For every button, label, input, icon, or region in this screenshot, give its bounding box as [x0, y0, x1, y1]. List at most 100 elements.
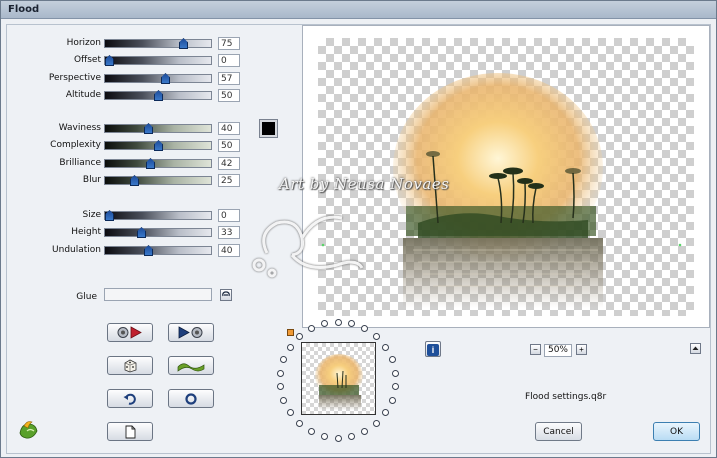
slider-value-undulation: 40	[221, 246, 233, 256]
slider-thumb-perspective[interactable]	[161, 73, 170, 84]
slider-value-field-altitude[interactable]: 50	[218, 89, 240, 102]
navigator-dot	[335, 319, 342, 326]
navigator-dot	[348, 320, 355, 327]
slider-track-perspective[interactable]	[104, 73, 212, 84]
navigator-dot	[382, 344, 389, 351]
slider-track-undulation[interactable]	[104, 245, 212, 256]
app-logo	[18, 419, 40, 441]
title-bar: Flood	[1, 1, 716, 19]
slider-row-size: Size 0	[7, 209, 247, 223]
slider-thumb-waviness[interactable]	[144, 123, 153, 134]
glue-label: Glue	[76, 292, 97, 302]
zoom-level: 50%	[547, 345, 568, 355]
navigator-dot	[392, 370, 399, 377]
reset-button[interactable]	[168, 389, 214, 408]
slider-value-field-blur[interactable]: 25	[218, 174, 240, 187]
slider-track-height[interactable]	[104, 227, 212, 238]
slider-value-field-offset[interactable]: 0	[218, 54, 240, 67]
navigator-dot	[308, 428, 315, 435]
glue-link-button[interactable]	[220, 289, 232, 301]
navigator-dot	[287, 344, 294, 351]
slider-value-field-height[interactable]: 33	[218, 226, 240, 239]
slider-track-altitude[interactable]	[104, 90, 212, 101]
slider-track-blur[interactable]	[104, 175, 212, 186]
slider-row-height: Height 33	[7, 226, 247, 240]
plus-icon: +	[579, 344, 584, 354]
minus-icon: −	[533, 344, 538, 354]
watermark-text: Art by Neusa Novaes	[279, 175, 450, 193]
slider-row-undulation: Undulation 40	[7, 244, 247, 258]
navigator-dot	[335, 435, 342, 442]
slider-thumb-height[interactable]	[137, 227, 146, 238]
navigator-dot	[280, 356, 287, 363]
navigator-dot	[361, 428, 368, 435]
random-dice-button[interactable]	[107, 356, 153, 375]
flood-color-swatch[interactable]	[259, 119, 278, 138]
slider-label-waviness: Waviness	[58, 123, 101, 133]
navigator-thumbnail[interactable]	[301, 342, 376, 415]
collapse-preview-button[interactable]	[690, 343, 701, 354]
navigator-dot	[382, 409, 389, 416]
swirl-ornament-icon	[252, 215, 364, 278]
slider-value-size: 0	[221, 211, 227, 221]
slider-row-complexity: Complexity 50	[7, 139, 247, 153]
slider-track-complexity[interactable]	[104, 140, 212, 151]
slider-value-field-size[interactable]: 0	[218, 209, 240, 222]
slider-thumb-offset[interactable]	[105, 55, 114, 66]
wave-preset-button[interactable]	[168, 356, 214, 375]
slider-thumb-complexity[interactable]	[154, 140, 163, 151]
slider-value-offset: 0	[221, 56, 227, 66]
slider-label-blur: Blur	[82, 175, 101, 185]
navigator-dot	[296, 333, 303, 340]
slider-value-field-waviness[interactable]: 40	[218, 122, 240, 135]
randomize-forward-button[interactable]	[107, 323, 153, 342]
ok-button[interactable]: OK	[653, 422, 700, 441]
zoom-level-field[interactable]: 50%	[544, 344, 572, 357]
new-document-button[interactable]	[107, 422, 153, 441]
glue-field[interactable]	[104, 288, 212, 301]
undo-icon	[123, 393, 136, 405]
slider-label-offset: Offset	[73, 55, 101, 65]
slider-value-field-perspective[interactable]: 57	[218, 72, 240, 85]
slider-thumb-blur[interactable]	[130, 175, 139, 186]
slider-thumb-size[interactable]	[105, 210, 114, 221]
slider-row-brilliance: Brilliance 42	[7, 157, 247, 171]
slider-value-horizon: 75	[221, 39, 233, 49]
dialog-client: Horizon 75 Offset 0 Perspective 57 Altitude 50 W…	[6, 24, 711, 454]
cancel-button[interactable]: Cancel	[535, 422, 582, 441]
slider-value-field-complexity[interactable]: 50	[218, 139, 240, 152]
zoom-out-button[interactable]: −	[530, 344, 541, 355]
slider-value-brilliance: 42	[221, 159, 233, 169]
zoom-in-button[interactable]: +	[576, 344, 587, 355]
navigator-dot	[373, 333, 380, 340]
navigator-marker[interactable]	[287, 329, 294, 336]
slider-row-altitude: Altitude 50	[7, 89, 247, 103]
slider-label-horizon: Horizon	[66, 38, 101, 48]
slider-value-field-horizon[interactable]: 75	[218, 37, 240, 50]
slider-value-altitude: 50	[221, 91, 233, 101]
slider-value-field-brilliance[interactable]: 42	[218, 157, 240, 170]
navigator-dot	[308, 325, 315, 332]
wave-icon	[177, 362, 205, 372]
info-icon: i	[427, 343, 439, 356]
slider-track-size[interactable]	[104, 210, 212, 221]
slider-track-waviness[interactable]	[104, 123, 212, 134]
slider-label-perspective: Perspective	[48, 73, 101, 83]
slider-thumb-brilliance[interactable]	[146, 158, 155, 169]
navigator-dot	[348, 433, 355, 440]
undo-button[interactable]	[107, 389, 153, 408]
slider-thumb-horizon[interactable]	[179, 38, 188, 49]
slider-track-horizon[interactable]	[104, 38, 212, 49]
slider-track-brilliance[interactable]	[104, 158, 212, 169]
slider-value-field-undulation[interactable]: 40	[218, 244, 240, 257]
navigator-image	[315, 354, 363, 410]
slider-label-height: Height	[71, 227, 101, 237]
info-button[interactable]: i	[425, 341, 441, 357]
slider-label-complexity: Complexity	[50, 140, 101, 150]
slider-thumb-altitude[interactable]	[154, 90, 163, 101]
slider-track-offset[interactable]	[104, 55, 212, 66]
slider-value-perspective: 57	[221, 74, 233, 84]
slider-value-blur: 25	[221, 176, 233, 186]
play-gear-button[interactable]	[168, 323, 214, 342]
slider-thumb-undulation[interactable]	[144, 245, 153, 256]
